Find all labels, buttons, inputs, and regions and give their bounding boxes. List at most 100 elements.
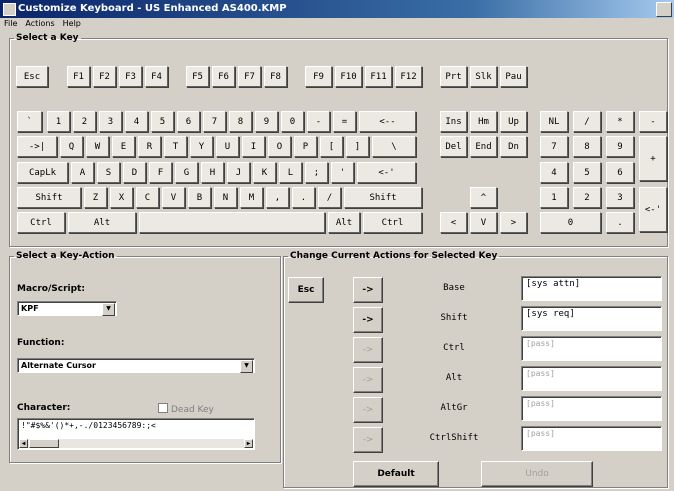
- character-list[interactable]: !"#$%&'()*+,-./0123456789:;< ◀ ▶: [17, 418, 255, 450]
- checkbox-icon[interactable]: [158, 403, 168, 413]
- assign-arrow-button[interactable]: ->: [353, 367, 383, 393]
- assign-arrow-button[interactable]: ->: [353, 307, 383, 333]
- key-row_ctrl-space[interactable]: [139, 212, 325, 233]
- key-row_num-5[interactable]: 5: [151, 111, 174, 132]
- chevron-down-icon[interactable]: ▼: [240, 360, 253, 373]
- key-row_fn-pau[interactable]: Pau: [500, 66, 527, 87]
- selected-key-esc-button[interactable]: Esc: [288, 277, 324, 303]
- character-list-items[interactable]: !"#$%&'()*+,-./0123456789:;<: [21, 421, 156, 430]
- key-row_q-7[interactable]: 7: [540, 136, 568, 157]
- action-field[interactable]: [pass]: [521, 366, 662, 391]
- key-row_num-8[interactable]: 8: [229, 111, 252, 132]
- key-row_q-dn[interactable]: Dn: [500, 136, 527, 157]
- key-row_num-up[interactable]: Up: [500, 111, 527, 132]
- key-row_fn-f6[interactable]: F6: [212, 66, 235, 87]
- key-row_q-i[interactable]: I: [242, 136, 265, 157]
- key-row_ctrl-sym-9[interactable]: .: [606, 212, 634, 233]
- key-row_q-p[interactable]: P: [294, 136, 317, 157]
- key-row_fn-slk[interactable]: Slk: [470, 66, 497, 87]
- key-row_a-l[interactable]: L: [279, 162, 302, 183]
- key-row_q-8[interactable]: 8: [573, 136, 601, 157]
- key-row_a-s[interactable]: S: [97, 162, 120, 183]
- key-row_z-3[interactable]: 3: [606, 187, 634, 208]
- macro-script-select[interactable]: KPF ▼: [17, 301, 117, 316]
- key-row_fn-f1[interactable]: F1: [67, 66, 90, 87]
- horizontal-scrollbar[interactable]: ◀ ▶: [19, 439, 253, 448]
- key-row_q-9[interactable]: 9: [606, 136, 634, 157]
- action-field[interactable]: [sys attn]: [521, 276, 662, 301]
- key-row_a-5[interactable]: 5: [573, 162, 601, 183]
- key-row_q-e[interactable]: E: [112, 136, 135, 157]
- key-row_a-f[interactable]: F: [149, 162, 172, 183]
- key-row_q-sym-11[interactable]: [: [320, 136, 343, 157]
- key-row_q-sym-0[interactable]: ->|: [17, 136, 57, 157]
- key-row_a-g[interactable]: G: [175, 162, 198, 183]
- key-row_z-2[interactable]: 2: [573, 187, 601, 208]
- key-row_ctrl-alt[interactable]: Alt: [68, 212, 136, 233]
- menu-file[interactable]: File: [4, 19, 17, 28]
- key-row_q-end[interactable]: End: [470, 136, 497, 157]
- key-row_num-2[interactable]: 2: [73, 111, 96, 132]
- key-row_num-nl[interactable]: NL: [540, 111, 568, 132]
- key-row_a-d[interactable]: D: [123, 162, 146, 183]
- key-row_ctrl-v[interactable]: V: [470, 212, 497, 233]
- key-row_num-sym-19[interactable]: *: [606, 111, 634, 132]
- key-row_a-h[interactable]: H: [201, 162, 224, 183]
- key-row_fn-f10[interactable]: F10: [335, 66, 362, 87]
- key-row_z-m[interactable]: M: [240, 187, 263, 208]
- key-row_a-6[interactable]: 6: [606, 162, 634, 183]
- menu-help[interactable]: Help: [63, 19, 81, 28]
- undo-button[interactable]: Undo: [481, 461, 593, 487]
- key-row_num-4[interactable]: 4: [125, 111, 148, 132]
- key-row_ctrl-alt[interactable]: Alt: [328, 212, 360, 233]
- key-row_num-0[interactable]: 0: [281, 111, 304, 132]
- key-row_z-sym-9[interactable]: .: [292, 187, 315, 208]
- key-row_fn-f4[interactable]: F4: [145, 66, 168, 87]
- key-row_ctrl-sym-5[interactable]: <: [440, 212, 467, 233]
- key-row_num-hm[interactable]: Hm: [470, 111, 497, 132]
- key-row_fn-f3[interactable]: F3: [119, 66, 142, 87]
- key-row_fn-f12[interactable]: F12: [395, 66, 422, 87]
- key-row_fn-f9[interactable]: F9: [305, 66, 332, 87]
- action-field[interactable]: [pass]: [521, 336, 662, 361]
- key-row_ctrl-ctrl[interactable]: Ctrl: [363, 212, 422, 233]
- key-row_num-ins[interactable]: Ins: [440, 111, 467, 132]
- key-row_num-1[interactable]: 1: [47, 111, 70, 132]
- key-row_fn-f11[interactable]: F11: [365, 66, 392, 87]
- key-row_fn-f7[interactable]: F7: [238, 66, 261, 87]
- key-row_a-a[interactable]: A: [71, 162, 94, 183]
- key-row_z-sym-12[interactable]: ^: [470, 187, 497, 208]
- close-icon[interactable]: [656, 2, 672, 17]
- key-row_q-o[interactable]: O: [268, 136, 291, 157]
- key-row_num-sym-11[interactable]: -: [307, 111, 330, 132]
- assign-arrow-button[interactable]: ->: [353, 277, 383, 303]
- scroll-thumb[interactable]: [29, 439, 59, 448]
- key-row_z-b[interactable]: B: [188, 187, 211, 208]
- key-row_fn-prt[interactable]: Prt: [440, 66, 467, 87]
- key-row_a-sym-10[interactable]: ;: [305, 162, 328, 183]
- action-field[interactable]: [pass]: [521, 396, 662, 421]
- key-row_q-t[interactable]: T: [164, 136, 187, 157]
- assign-arrow-button[interactable]: ->: [353, 427, 383, 453]
- scroll-right-icon[interactable]: ▶: [244, 439, 253, 448]
- key-row_z-v[interactable]: V: [162, 187, 185, 208]
- scroll-left-icon[interactable]: ◀: [19, 439, 28, 448]
- key-row_ctrl-sym-7[interactable]: >: [500, 212, 527, 233]
- key-row_q-del[interactable]: Del: [440, 136, 467, 157]
- key-row_a-j[interactable]: J: [227, 162, 250, 183]
- key-row_q-y[interactable]: Y: [190, 136, 213, 157]
- key-row_z-shift[interactable]: Shift: [17, 187, 81, 208]
- action-field[interactable]: [pass]: [521, 426, 662, 451]
- key-row_a-4[interactable]: 4: [540, 162, 568, 183]
- key-row_fn-f2[interactable]: F2: [93, 66, 116, 87]
- key-row_a-caplk[interactable]: CapLk: [17, 162, 68, 183]
- menu-actions[interactable]: Actions: [25, 19, 54, 28]
- key-row_q-w[interactable]: W: [86, 136, 109, 157]
- key-row_num-sym-0[interactable]: `: [17, 111, 42, 132]
- key-row_z-shift[interactable]: Shift: [344, 187, 422, 208]
- key-row_z-z[interactable]: Z: [84, 187, 107, 208]
- key-row_a-sym-11[interactable]: ': [331, 162, 354, 183]
- key-row_ctrl-ctrl[interactable]: Ctrl: [17, 212, 65, 233]
- action-field[interactable]: [sys req]: [521, 306, 662, 331]
- assign-arrow-button[interactable]: ->: [353, 337, 383, 363]
